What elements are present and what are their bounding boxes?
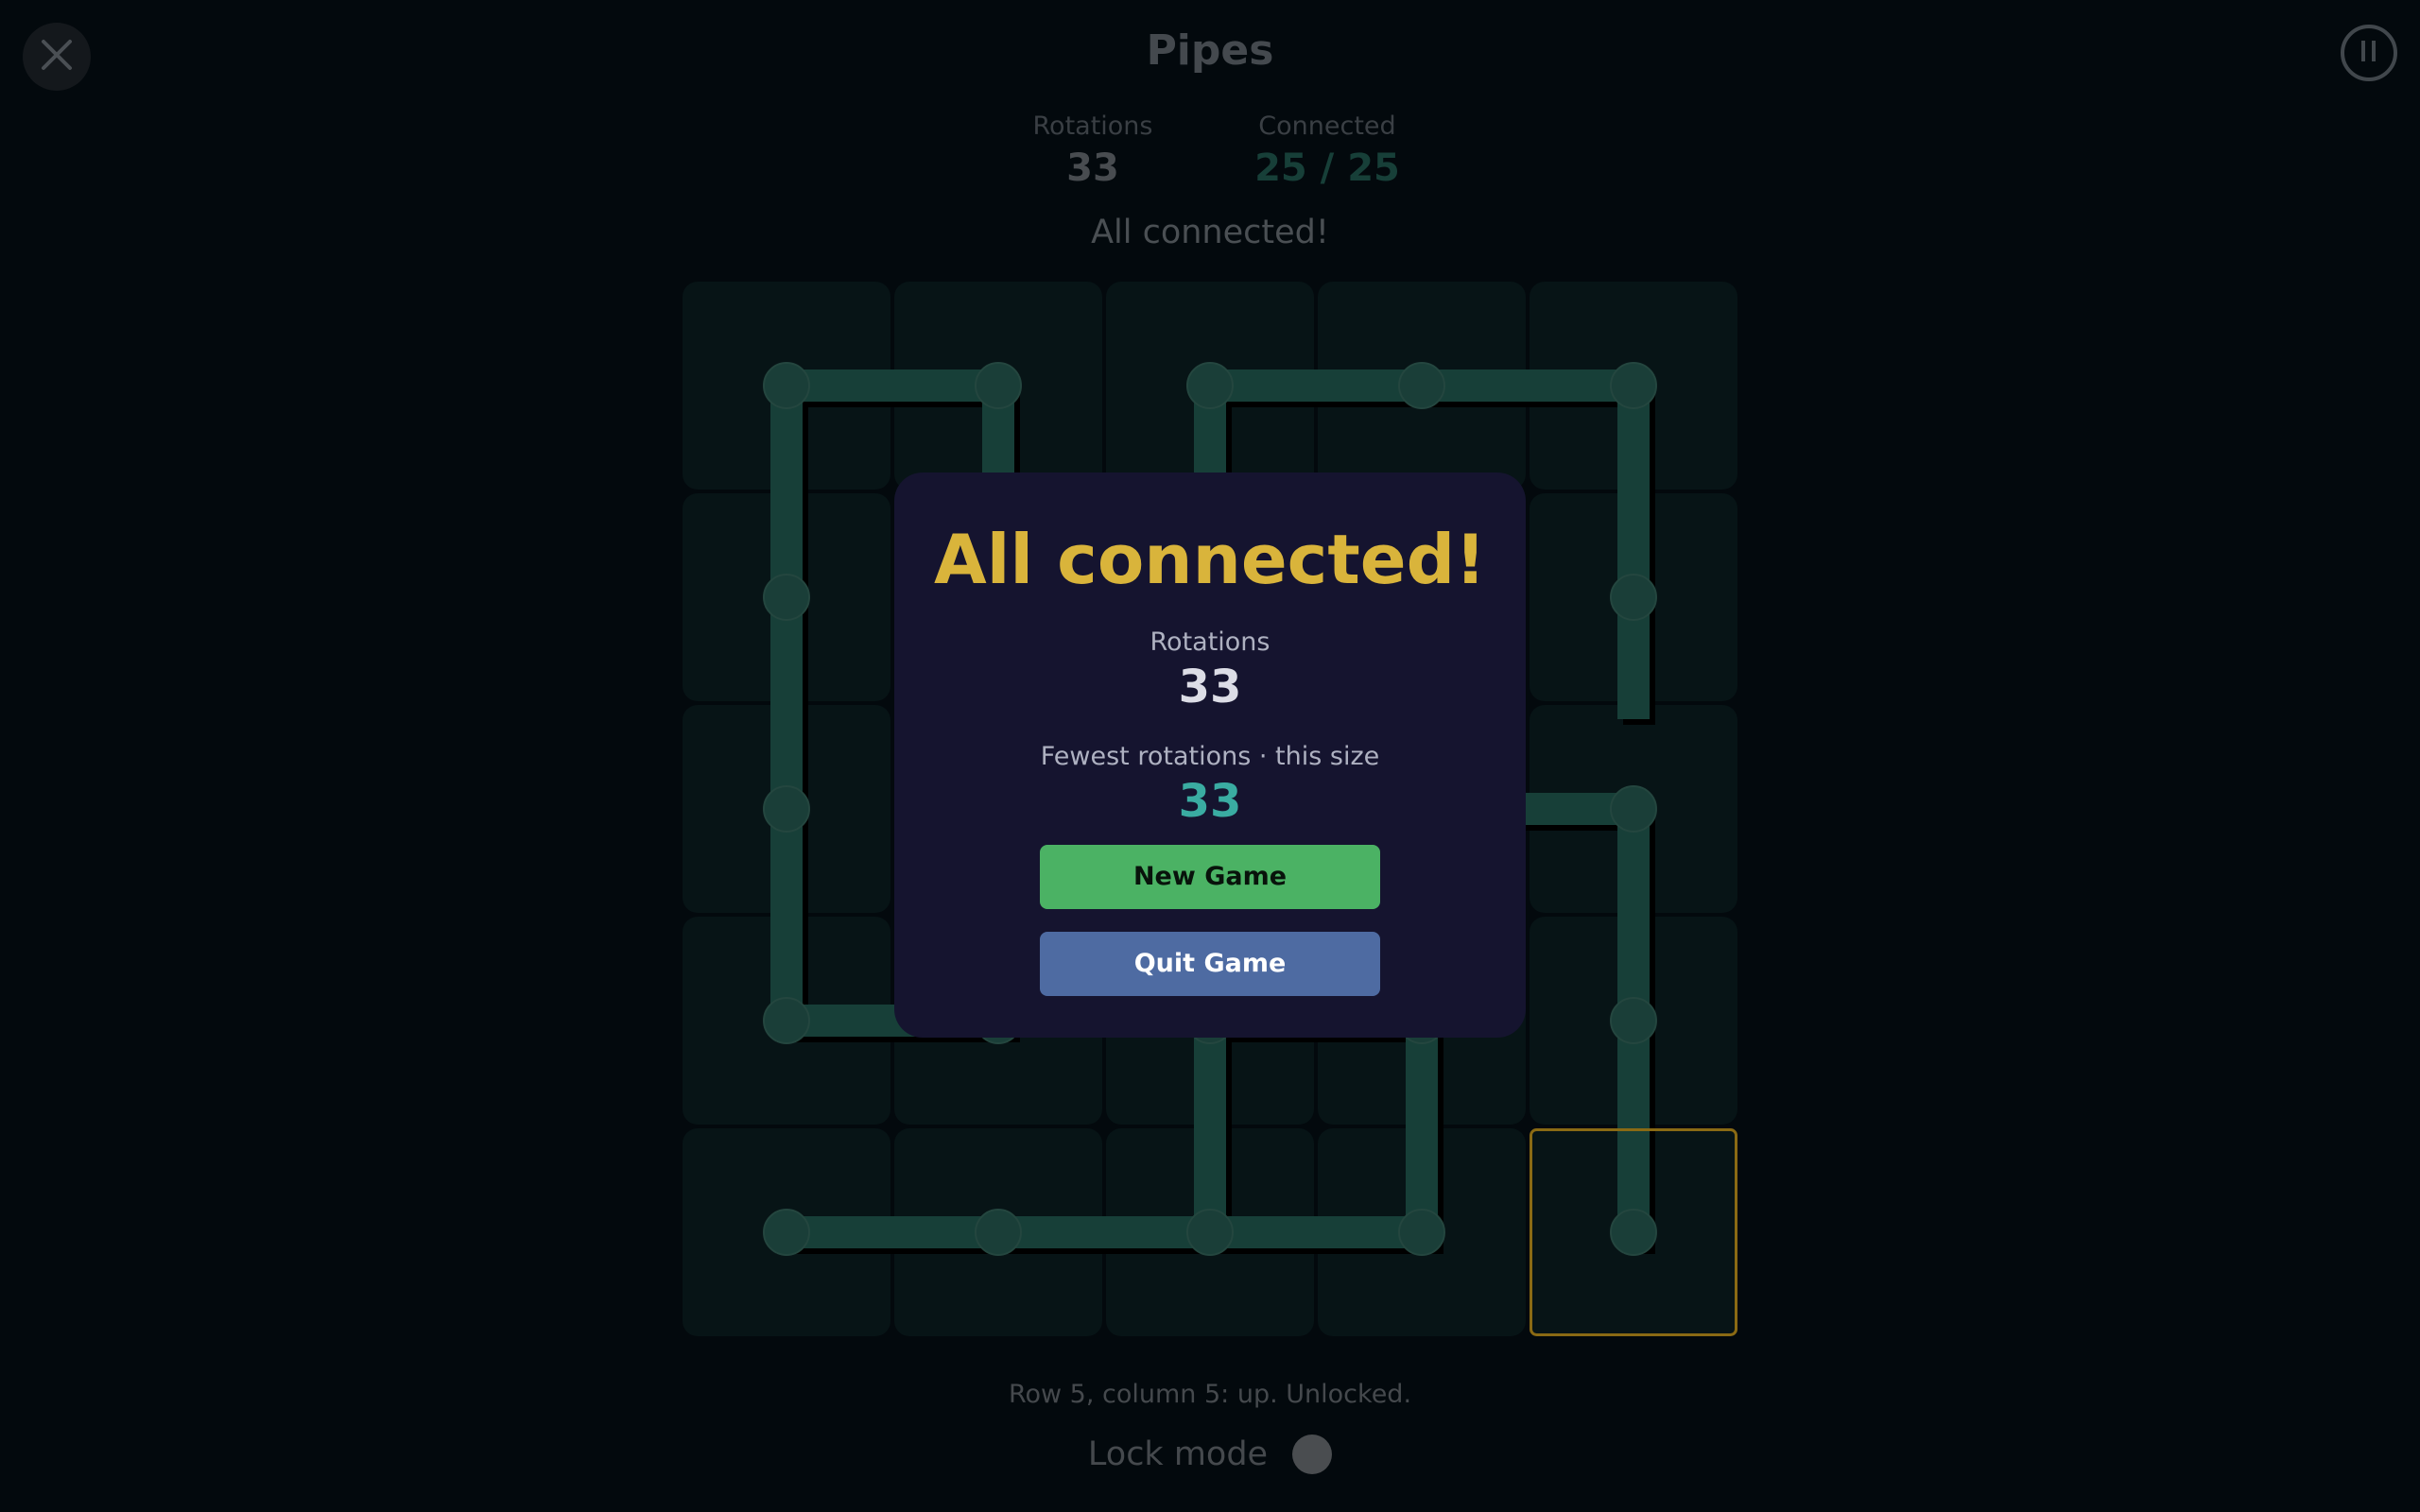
pipe-node (1610, 785, 1657, 833)
final-rotations-label: Rotations (1150, 627, 1270, 657)
pipe-node (1610, 574, 1657, 621)
new-game-button[interactable]: New Game (1040, 845, 1380, 909)
win-title: All connected! (934, 520, 1486, 599)
pipe-node (763, 362, 810, 409)
pipe-node (1398, 1209, 1445, 1256)
win-dialog: All connected! Rotations 33 Fewest rotat… (894, 472, 1526, 1038)
pipe-node (763, 574, 810, 621)
cell-info: Row 5, column 5: up. Unlocked. (1008, 1380, 1412, 1409)
lock-mode-label: Lock mode (1087, 1435, 1269, 1473)
pipe-node (763, 785, 810, 833)
pipe-node (763, 1209, 810, 1256)
pipe-node (763, 997, 810, 1044)
pipe-node (975, 362, 1022, 409)
pipe-node (1610, 362, 1657, 409)
lock-mode-switch[interactable] (1292, 1435, 1333, 1474)
pipe-node (1186, 362, 1234, 409)
final-rotations-value: 33 (1178, 661, 1242, 713)
pipe-node (1186, 1209, 1234, 1256)
best-rotations-value: 33 (1178, 775, 1242, 828)
pipe-node (1610, 997, 1657, 1044)
pipe-node (1610, 1209, 1657, 1256)
pipe-node (975, 1209, 1022, 1256)
quit-game-button[interactable]: Quit Game (1040, 932, 1380, 996)
lock-mode-toggle[interactable]: Lock mode (0, 1435, 2420, 1474)
best-rotations-label: Fewest rotations · this size (1040, 742, 1380, 771)
pipe-node (1398, 362, 1445, 409)
